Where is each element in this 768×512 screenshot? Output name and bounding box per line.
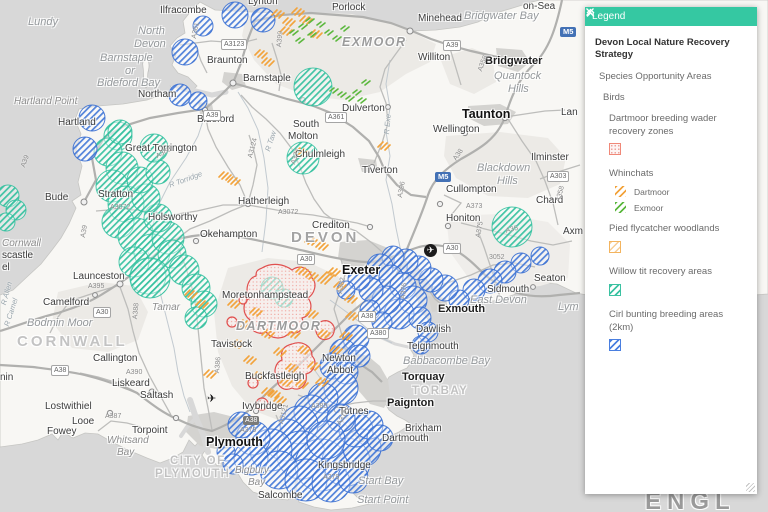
legend-swatch-orange-box-hatch bbox=[609, 241, 621, 253]
legend-subitem-label: Dartmoor bbox=[634, 187, 669, 197]
legend-swatch-teal-box-hatch bbox=[609, 284, 621, 296]
chevron-double-up-icon[interactable] bbox=[719, 10, 732, 23]
legend-item: Whinchats Dartmoor Exmoor bbox=[609, 168, 747, 213]
legend-item-label: Whinchats bbox=[609, 168, 744, 181]
legend-item-label: Pied flycatcher woodlands bbox=[609, 223, 744, 236]
close-icon[interactable] bbox=[737, 10, 750, 23]
legend-body: Devon Local Nature Recovery Strategy Spe… bbox=[585, 26, 757, 494]
legend-swatch-blue-box-hatch bbox=[609, 339, 621, 351]
legend-item-label: Willow tit recovery areas bbox=[609, 266, 744, 279]
legend-item: Pied flycatcher woodlands bbox=[609, 223, 747, 256]
legend-swatch-row bbox=[609, 241, 747, 256]
legend-strategy-title: Devon Local Nature Recovery Strategy bbox=[595, 37, 747, 61]
legend-subitem: Exmoor bbox=[615, 202, 747, 213]
legend-item-label: Dartmoor breeding wader recovery zones bbox=[609, 113, 744, 139]
legend-header[interactable]: Legend bbox=[585, 7, 757, 26]
legend-swatch-row bbox=[609, 143, 747, 158]
legend-subitem-label: Exmoor bbox=[634, 203, 663, 213]
legend-item: Dartmoor breeding wader recovery zones bbox=[609, 113, 747, 159]
legend-title: Legend bbox=[592, 11, 714, 22]
legend-swatch-row bbox=[609, 339, 747, 354]
legend-resize-grip[interactable] bbox=[746, 483, 755, 492]
map-application: LundyIlfracombeLyntonPorlockMineheadon-S… bbox=[0, 0, 768, 512]
legend-subitem: Dartmoor bbox=[615, 186, 747, 197]
legend-swatch-green-hatch bbox=[615, 202, 626, 213]
legend-items: Dartmoor breeding wader recovery zones Wh… bbox=[595, 113, 747, 355]
legend-swatch-row bbox=[609, 284, 747, 299]
legend-swatch-red-stipple bbox=[609, 143, 621, 155]
legend-panel: Legend Devon Local Nature Recovery Strat… bbox=[585, 7, 757, 494]
legend-swatch-orange-hatch bbox=[615, 186, 626, 197]
legend-item-label: Cirl bunting breeding areas (2km) bbox=[609, 309, 744, 335]
legend-item: Cirl bunting breeding areas (2km) bbox=[609, 309, 747, 355]
legend-section-label: Species Opportunity Areas bbox=[599, 71, 747, 82]
legend-item: Willow tit recovery areas bbox=[609, 266, 747, 299]
legend-group-label: Birds bbox=[603, 92, 747, 103]
